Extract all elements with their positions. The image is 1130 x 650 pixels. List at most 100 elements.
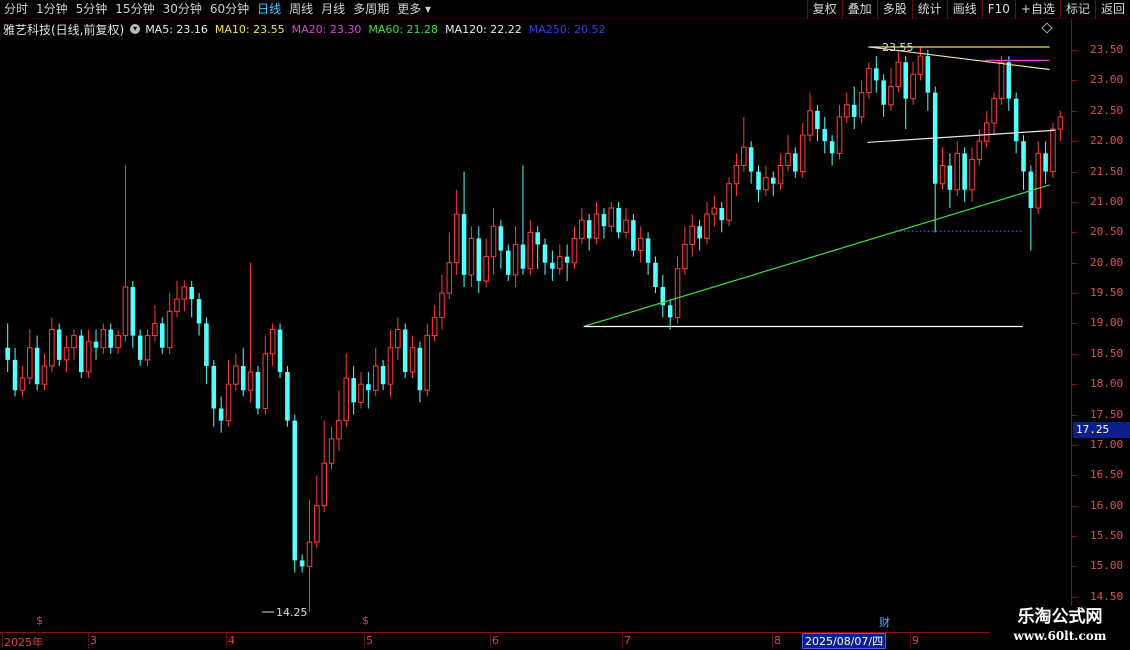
candle[interactable] <box>969 147 975 202</box>
toolbar-button[interactable]: F10 <box>981 0 1015 19</box>
candle[interactable] <box>542 238 548 275</box>
candle[interactable] <box>152 305 158 342</box>
candle[interactable] <box>351 365 356 415</box>
candle[interactable] <box>1013 92 1019 154</box>
candle[interactable] <box>550 250 555 281</box>
candle[interactable] <box>623 208 629 239</box>
candle[interactable] <box>181 280 188 312</box>
toolbar-button[interactable]: 多股 <box>876 0 912 19</box>
candle[interactable] <box>888 68 894 111</box>
candle[interactable] <box>874 56 879 93</box>
tab-timeframe[interactable]: 60分钟 <box>206 0 253 19</box>
candlestick-chart[interactable]: 23.55 14.25 <box>0 38 1071 632</box>
candle[interactable] <box>196 293 202 336</box>
candle[interactable] <box>306 499 313 612</box>
candle[interactable] <box>770 171 776 196</box>
candle[interactable] <box>682 226 688 275</box>
candle[interactable] <box>631 214 636 257</box>
candle[interactable] <box>704 201 710 245</box>
candle[interactable] <box>409 335 416 379</box>
candle[interactable] <box>667 299 673 330</box>
white-trendline[interactable] <box>867 129 1055 144</box>
candle[interactable] <box>608 201 615 233</box>
candle[interactable] <box>247 262 254 403</box>
candle[interactable] <box>380 359 386 391</box>
candle[interactable] <box>881 74 886 117</box>
tab-timeframe[interactable]: 30分钟 <box>159 0 206 19</box>
candle[interactable] <box>719 201 724 233</box>
candle[interactable] <box>689 214 696 257</box>
candle[interactable] <box>343 353 350 427</box>
candle[interactable] <box>954 141 961 196</box>
candle[interactable] <box>1028 165 1034 251</box>
candle[interactable] <box>358 372 364 409</box>
candle[interactable] <box>711 195 718 227</box>
candle[interactable] <box>63 335 70 373</box>
diamond-icon[interactable] <box>1041 22 1053 34</box>
candle[interactable] <box>527 220 534 275</box>
toolbar-button[interactable]: 画线 <box>946 0 982 19</box>
candle[interactable] <box>593 201 600 245</box>
tab-timeframe[interactable]: 日线 <box>253 0 285 19</box>
candle[interactable] <box>137 329 143 366</box>
candle[interactable] <box>26 329 33 385</box>
toolbar-button[interactable]: 标记 <box>1059 0 1095 19</box>
candle[interactable] <box>240 347 246 397</box>
candle[interactable] <box>498 220 504 269</box>
candle[interactable] <box>483 238 489 287</box>
candle[interactable] <box>424 323 431 397</box>
candle[interactable] <box>1035 141 1042 215</box>
candle[interactable] <box>586 214 592 251</box>
candle[interactable] <box>895 50 902 93</box>
candle[interactable] <box>211 359 217 427</box>
candle[interactable] <box>564 244 570 281</box>
candle[interactable] <box>204 317 209 385</box>
toolbar-button[interactable]: 复权 <box>806 0 842 19</box>
candle[interactable] <box>461 171 467 287</box>
candle[interactable] <box>218 396 224 433</box>
candle[interactable] <box>697 220 702 251</box>
candle[interactable] <box>299 554 305 573</box>
candle[interactable] <box>866 62 872 99</box>
candle[interactable] <box>910 62 916 105</box>
toolbar-button[interactable]: +自选 <box>1014 0 1060 19</box>
candle[interactable] <box>844 92 850 123</box>
candle[interactable] <box>645 232 651 275</box>
candle[interactable] <box>748 141 754 184</box>
candle[interactable] <box>19 365 26 397</box>
candle[interactable] <box>93 329 99 360</box>
toolbar-button[interactable]: 叠加 <box>841 0 877 19</box>
candle[interactable] <box>328 426 335 470</box>
candle[interactable] <box>535 226 540 269</box>
candle[interactable] <box>660 274 666 318</box>
candle[interactable] <box>579 208 585 245</box>
candle[interactable] <box>336 390 342 452</box>
candle[interactable] <box>601 208 607 239</box>
candle[interactable] <box>785 135 791 172</box>
candle[interactable] <box>41 353 48 391</box>
candle[interactable] <box>653 256 658 294</box>
candle[interactable] <box>174 280 180 318</box>
candle[interactable] <box>372 347 379 397</box>
candle[interactable] <box>314 475 320 549</box>
stock-title[interactable]: 雅艺科技(日线,前复权) <box>0 21 124 38</box>
candle[interactable] <box>262 335 269 415</box>
candle[interactable] <box>756 165 761 202</box>
candle[interactable] <box>571 226 578 269</box>
candle[interactable] <box>858 80 865 123</box>
candle[interactable] <box>807 92 813 142</box>
candle[interactable] <box>431 305 438 342</box>
candle[interactable] <box>777 153 784 190</box>
tab-timeframe[interactable]: 15分钟 <box>111 0 158 19</box>
candle[interactable] <box>56 323 62 366</box>
candle[interactable] <box>439 274 445 330</box>
candle[interactable] <box>5 323 10 373</box>
candle[interactable] <box>815 104 820 142</box>
candle[interactable] <box>616 201 621 239</box>
candle[interactable] <box>269 323 276 366</box>
candle[interactable] <box>1021 135 1026 190</box>
candle[interactable] <box>255 365 261 415</box>
tab-timeframe[interactable]: 更多 ▾ <box>393 0 435 19</box>
toolbar-button[interactable]: 返回 <box>1094 0 1130 19</box>
candle[interactable] <box>939 147 946 190</box>
